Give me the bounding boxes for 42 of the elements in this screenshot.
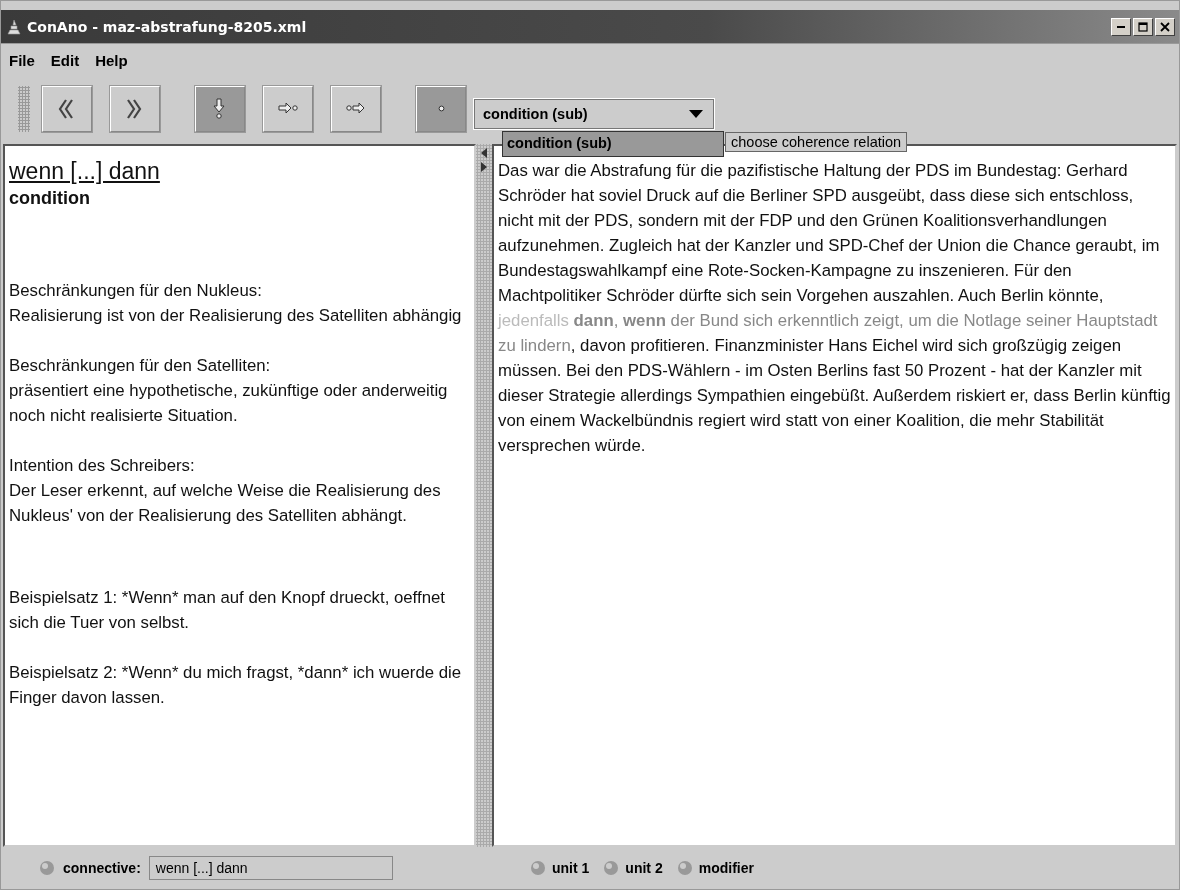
- toolbar-button[interactable]: [110, 85, 160, 132]
- connective-field: wenn [...] dann: [148, 856, 393, 880]
- tooltip: choose coherence relation: [725, 132, 908, 152]
- arrow-right-icon: [481, 162, 487, 172]
- connective-label: connective:: [63, 860, 141, 876]
- menu-item[interactable]: File: [9, 51, 35, 69]
- toolbar-button[interactable]: [42, 85, 92, 132]
- radio-icon: [39, 860, 55, 876]
- arrow-left-icon: [481, 148, 487, 158]
- marker-label: unit 1: [552, 860, 590, 876]
- dot-icon: [437, 105, 445, 112]
- maximize-icon: [1138, 21, 1148, 32]
- close-icon: [1160, 21, 1170, 32]
- example-sentence: Beispielsatz 1: *Wenn* man auf den Knopf drueckt, oeffnet sich die Tuer von selbst.: [9, 587, 446, 634]
- marker-label: unit 2: [625, 860, 663, 876]
- connective-heading: wenn [...] dann: [9, 157, 161, 186]
- menu-item[interactable]: Help: [95, 51, 128, 69]
- radio-icon: [603, 860, 620, 876]
- toolbar-button[interactable]: [195, 85, 245, 132]
- dropdown-option[interactable]: condition (sub): [502, 131, 724, 157]
- section-heading: Intention des Schreibers:: [9, 455, 196, 477]
- maximize-button[interactable]: [1133, 17, 1153, 36]
- relation-name: condition: [9, 187, 91, 210]
- caret-icon: [689, 109, 703, 118]
- radio-icon: [676, 860, 693, 876]
- window-title: ConAno - maz-abstrafung-8205.xml: [27, 18, 308, 35]
- menu-item[interactable]: Edit: [50, 51, 80, 69]
- minimize-icon: [1117, 25, 1125, 28]
- marker-label: modifier: [698, 860, 754, 876]
- section-heading: Beschränkungen für den Nukleus:: [9, 280, 263, 302]
- section-text: Der Leser erkennt, auf welche Weise die Realisierung des Nukleus' von der Realisierung des Satelliten abhängt.: [9, 480, 442, 527]
- toolbar-grip[interactable]: [18, 85, 30, 132]
- app-icon: [5, 17, 23, 36]
- section-heading: Beschränkungen für den Satelliten:: [9, 355, 272, 377]
- relation-dropdown[interactable]: condition (sub): [474, 98, 714, 129]
- section-text: präsentiert eine hypothetische, zukünftige oder anderweitig noch nicht realisierte Situation.: [9, 380, 449, 427]
- document-text: Das war die Abstrafung für die pazifistische Haltung der PDS im Bundestag: Gerhard Schröder hat soviel Druck auf die Berliner SPD ausgeübt, dass diese sich entschloss, nicht mit der PDS, sondern mit der FDP und den Grünen Koalitionsverhandlungen aufzunehmen. Zugleich hat der Kanzler und SPD-Chef der Union die Chance geraubt, im Bundestagswahlkampf eine Rote-Socken-Kampagne zu inszenieren. Für den Machtpolitiker Schröder dürfte sich sein Vorgehen auszahlen. Auch Berlin könnte, jedenfalls dann, wenn der Bund sich erkenntlich zeigt, um die Notlage seiner Hauptstadt zu lindern, davon profitieren. Finanzminister Hans Eichel wird sich großzügig zeigen müssen. Bei den PDS-Wählern - im Osten Berlins fast 50 Prozent - hat der Kanzler mit dieser Strategie allerdings Sympathien eingebüßt. Außerdem riskiert er, dass Berlin künftig von einem Wackelbündnis regiert wird statt von einer Koalition, die mehr Stabilität versprechen würde.: [498, 160, 1171, 457]
- radio-icon: [530, 860, 546, 876]
- section-text: Realisierung ist von der Realisierung des Satelliten abhängig: [9, 305, 463, 327]
- minimize-button[interactable]: [1111, 17, 1131, 36]
- example-sentence: Beispielsatz 2: *Wenn* du mich fragst, *dann* ich wuerde die Finger davon lassen.: [9, 662, 463, 709]
- close-button[interactable]: [1155, 17, 1175, 36]
